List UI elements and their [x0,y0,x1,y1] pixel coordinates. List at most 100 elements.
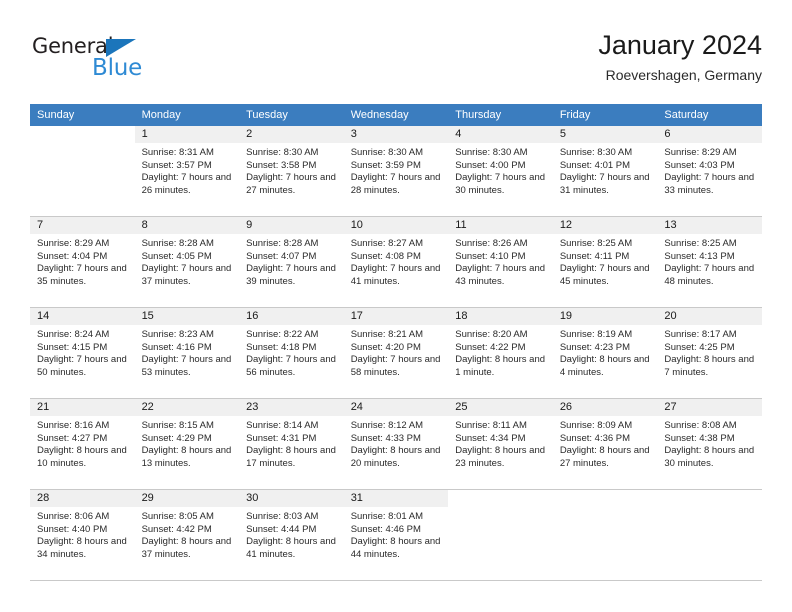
day-details: Sunrise: 8:26 AM Sunset: 4:10 PM Daylight:… [448,234,553,288]
calendar-day-cell[interactable]: 24 Sunrise: 8:12 AM Sunset: 4:33 PM Dayligh… [343,399,449,489]
calendar-day-cell[interactable]: 25 Sunrise: 8:11 AM Sunset: 4:34 PM Dayligh… [448,399,553,489]
daylight-text: Daylight: 8 hours and 30 minutes. [664,445,755,469]
calendar-day-cell[interactable]: 3 Sunrise: 8:30 AM Sunset: 3:59 PM Daylight… [343,126,449,216]
day-number [657,490,762,507]
sunset-text: Sunset: 4:36 PM [559,432,631,444]
page-header: General Blue January 2024 Roevershagen, … [30,28,762,90]
calendar-day-cell[interactable]: 9 Sunrise: 8:28 AM Sunset: 4:07 PM Daylight… [239,217,344,307]
calendar-day-cell[interactable]: 20 Sunrise: 8:17 AM Sunset: 4:25 PM Dayligh… [657,308,762,398]
day-details: Sunrise: 8:23 AM Sunset: 4:16 PM Daylight:… [135,325,240,379]
sunset-text: Sunset: 4:20 PM [350,341,421,353]
day-number: 14 [30,308,135,325]
calendar-day-cell[interactable]: 26 Sunrise: 8:09 AM Sunset: 4:36 PM Dayligh… [552,399,658,489]
day-cell-inner: 8 Sunrise: 8:28 AM Sunset: 4:05 PM Daylight… [134,217,240,307]
sunrise-text: Sunrise: 8:14 AM [246,420,319,431]
day-details: Sunrise: 8:20 AM Sunset: 4:22 PM Daylight:… [448,325,553,379]
calendar-day-cell[interactable]: 15 Sunrise: 8:23 AM Sunset: 4:16 PM Dayligh… [134,308,240,398]
day-cell-inner: 11 Sunrise: 8:26 AM Sunset: 4:10 PM Dayligh… [448,217,553,307]
calendar-day-cell[interactable]: 22 Sunrise: 8:15 AM Sunset: 4:29 PM Dayligh… [134,399,240,489]
calendar-day-cell[interactable]: 7 Sunrise: 8:29 AM Sunset: 4:04 PM Daylight… [30,217,135,307]
sunrise-text: Sunrise: 8:17 AM [664,329,737,340]
calendar-day-cell[interactable]: 2 Sunrise: 8:30 AM Sunset: 3:58 PM Daylight… [239,126,344,216]
day-number: 11 [448,217,553,234]
daylight-text: Daylight: 8 hours and 13 minutes. [141,445,232,469]
day-number: 3 [343,126,449,143]
daylight-text: Daylight: 7 hours and 30 minutes. [455,172,546,196]
day-details: Sunrise: 8:01 AM Sunset: 4:46 PM Daylight:… [344,507,449,561]
day-details: Sunrise: 8:03 AM Sunset: 4:44 PM Daylight:… [239,507,344,561]
calendar-day-cell[interactable]: 5 Sunrise: 8:30 AM Sunset: 4:01 PM Daylight… [552,126,658,216]
calendar-day-cell[interactable]: 12 Sunrise: 8:25 AM Sunset: 4:11 PM Dayligh… [552,217,658,307]
calendar-day-cell[interactable]: 27 Sunrise: 8:08 AM Sunset: 4:38 PM Dayligh… [657,399,762,489]
day-number: 23 [239,399,344,416]
calendar-day-cell[interactable]: 4 Sunrise: 8:30 AM Sunset: 4:00 PM Daylight… [448,126,553,216]
sunrise-text: Sunrise: 8:19 AM [559,329,633,340]
sunset-text: Sunset: 4:15 PM [37,341,108,353]
day-cell-inner: 24 Sunrise: 8:12 AM Sunset: 4:33 PM Dayligh… [343,399,449,489]
day-cell-inner: 28 Sunrise: 8:06 AM Sunset: 4:40 PM Dayligh… [30,490,135,580]
calendar-day-cell[interactable]: 18 Sunrise: 8:20 AM Sunset: 4:22 PM Dayligh… [448,308,553,398]
calendar-day-cell[interactable]: 16 Sunrise: 8:22 AM Sunset: 4:18 PM Dayligh… [239,308,344,398]
day-cell-inner [448,490,553,580]
day-details: Sunrise: 8:06 AM Sunset: 4:40 PM Daylight:… [30,507,135,561]
day-details: Sunrise: 8:28 AM Sunset: 4:07 PM Daylight:… [239,234,344,288]
day-details: Sunrise: 8:30 AM Sunset: 4:01 PM Daylight:… [553,143,658,197]
day-number: 28 [30,490,135,507]
day-cell-inner: 29 Sunrise: 8:05 AM Sunset: 4:42 PM Dayligh… [134,490,240,580]
daylight-text: Daylight: 7 hours and 41 minutes. [350,263,441,287]
day-cell-inner: 3 Sunrise: 8:30 AM Sunset: 3:59 PM Daylight… [343,126,449,216]
calendar-day-cell [552,490,658,580]
sunrise-text: Sunrise: 8:27 AM [350,238,424,249]
day-details: Sunrise: 8:08 AM Sunset: 4:38 PM Daylight:… [657,416,762,470]
day-cell-inner: 19 Sunrise: 8:19 AM Sunset: 4:23 PM Dayligh… [552,308,658,398]
sunrise-text: Sunrise: 8:25 AM [559,238,633,249]
calendar-day-cell[interactable]: 19 Sunrise: 8:19 AM Sunset: 4:23 PM Dayligh… [552,308,658,398]
sunset-text: Sunset: 4:31 PM [246,432,317,444]
calendar-day-cell[interactable]: 10 Sunrise: 8:27 AM Sunset: 4:08 PM Dayligh… [343,217,449,307]
day-cell-inner [552,490,658,580]
sunset-text: Sunset: 4:13 PM [664,250,735,262]
daylight-text: Daylight: 7 hours and 39 minutes. [246,263,336,287]
sunrise-text: Sunrise: 8:21 AM [350,329,424,340]
calendar-day-cell[interactable]: 11 Sunrise: 8:26 AM Sunset: 4:10 PM Dayligh… [448,217,553,307]
sunset-text: Sunset: 4:34 PM [455,432,526,444]
calendar-day-cell[interactable]: 31 Sunrise: 8:01 AM Sunset: 4:46 PM Dayligh… [343,490,449,580]
daylight-text: Daylight: 7 hours and 43 minutes. [455,263,546,287]
calendar-day-cell[interactable]: 6 Sunrise: 8:29 AM Sunset: 4:03 PM Daylight… [657,126,762,216]
calendar-day-cell[interactable]: 1 Sunrise: 8:31 AM Sunset: 3:57 PM Daylight… [134,126,240,216]
calendar-day-cell[interactable]: 17 Sunrise: 8:21 AM Sunset: 4:20 PM Dayligh… [343,308,449,398]
sunrise-text: Sunrise: 8:09 AM [559,420,633,431]
calendar-day-cell[interactable]: 13 Sunrise: 8:25 AM Sunset: 4:13 PM Dayligh… [657,217,762,307]
day-details: Sunrise: 8:12 AM Sunset: 4:33 PM Daylight:… [344,416,449,470]
day-cell-inner: 14 Sunrise: 8:24 AM Sunset: 4:15 PM Dayligh… [30,308,135,398]
calendar-day-cell[interactable]: 28 Sunrise: 8:06 AM Sunset: 4:40 PM Dayligh… [30,490,135,580]
daylight-text: Daylight: 7 hours and 27 minutes. [246,172,336,196]
calendar-day-cell[interactable]: 29 Sunrise: 8:05 AM Sunset: 4:42 PM Dayligh… [134,490,240,580]
calendar-day-cell[interactable]: 21 Sunrise: 8:16 AM Sunset: 4:27 PM Dayligh… [30,399,135,489]
day-number: 18 [448,308,553,325]
day-details: Sunrise: 8:17 AM Sunset: 4:25 PM Daylight:… [657,325,762,379]
sunset-text: Sunset: 4:46 PM [350,523,421,535]
calendar-day-cell[interactable]: 8 Sunrise: 8:28 AM Sunset: 4:05 PM Daylight… [134,217,240,307]
brand-word-blue: Blue [92,55,143,81]
calendar-day-cell[interactable]: 30 Sunrise: 8:03 AM Sunset: 4:44 PM Dayligh… [239,490,344,580]
sunrise-text: Sunrise: 8:28 AM [246,238,319,249]
daylight-text: Daylight: 7 hours and 50 minutes. [37,354,127,378]
day-number: 1 [134,126,240,143]
sunrise-text: Sunrise: 8:28 AM [141,238,214,249]
daylight-text: Daylight: 7 hours and 37 minutes. [141,263,232,287]
calendar-day-cell[interactable]: 14 Sunrise: 8:24 AM Sunset: 4:15 PM Dayligh… [30,308,135,398]
day-number: 22 [134,399,240,416]
day-details: Sunrise: 8:30 AM Sunset: 3:59 PM Daylight:… [344,143,449,197]
day-details: Sunrise: 8:31 AM Sunset: 3:57 PM Daylight:… [135,143,240,197]
sunrise-text: Sunrise: 8:26 AM [455,238,528,249]
day-number: 10 [343,217,449,234]
brand-logo[interactable]: General Blue [30,34,160,86]
sunset-text: Sunset: 4:01 PM [559,159,631,171]
calendar-day-cell [30,126,135,216]
calendar-day-cell[interactable]: 23 Sunrise: 8:14 AM Sunset: 4:31 PM Dayligh… [239,399,344,489]
day-number: 9 [239,217,344,234]
day-number [552,490,658,507]
day-number: 6 [657,126,762,143]
sunrise-text: Sunrise: 8:30 AM [559,147,633,158]
